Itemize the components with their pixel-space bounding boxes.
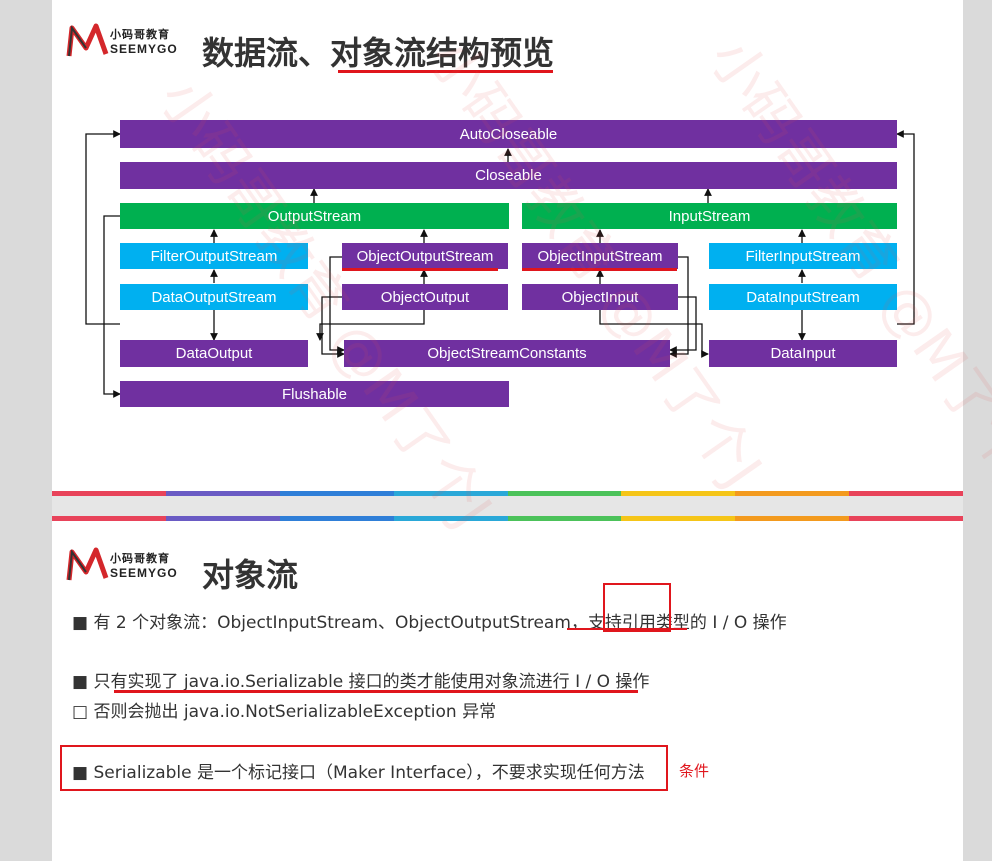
box-dataoutputstream: DataOutputStream — [120, 284, 308, 310]
box-filteroutputstream: FilterOutputStream — [120, 243, 308, 269]
annotation-condition: 条件 — [679, 762, 710, 780]
stripe-segment — [393, 516, 508, 521]
underline-reference-type — [567, 628, 687, 630]
stripe-segment — [507, 516, 622, 521]
box-flushable: Flushable — [120, 381, 509, 407]
logo-cn-text-2: 小码哥教育 — [110, 552, 170, 565]
underline-serializable-required — [114, 690, 638, 693]
stripe-segment — [52, 516, 166, 521]
box-datainput: DataInput — [709, 340, 897, 367]
underline-objectinputstream — [522, 268, 677, 271]
box-dataoutput: DataOutput — [120, 340, 308, 367]
box-objectinputstream: ObjectInputStream — [522, 243, 678, 269]
box-closeable: Closeable — [120, 162, 897, 189]
bullet-serializable-required: ■ 只有实现了 java.io.Serializable 接口的类才能使用对象流… — [72, 672, 650, 692]
logo-m-icon-2 — [66, 547, 109, 581]
slide-object-stream: 小码哥教育 SEEMYGO 对象流 ■ 有 2 个对象流：ObjectInput… — [52, 516, 963, 861]
underline-objectoutputstream — [342, 268, 498, 271]
box-filterinputstream: FilterInputStream — [709, 243, 897, 269]
left-margin — [0, 0, 52, 861]
stripe-segment — [621, 516, 736, 521]
box-datainputstream: DataInputStream — [709, 284, 897, 310]
right-margin — [963, 0, 992, 861]
box-objectoutput: ObjectOutput — [342, 284, 508, 310]
box-objectstreamconstants: ObjectStreamConstants — [344, 340, 670, 367]
box-objectinput: ObjectInput — [522, 284, 678, 310]
stripe-segment — [165, 516, 280, 521]
bullet-marker-interface: ■ Serializable 是一个标记接口（Maker Interface），… — [72, 763, 645, 783]
highlight-reference-type — [603, 583, 671, 632]
bullet-exception: □ 否则会抛出 java.io.NotSerializableException… — [72, 702, 497, 722]
slide-header-stripe — [52, 516, 963, 521]
box-objectoutputstream: ObjectOutputStream — [342, 243, 508, 269]
stripe-segment — [849, 516, 963, 521]
box-outputstream: OutputStream — [120, 203, 509, 229]
logo-en-text-2: SEEMYGO — [110, 566, 178, 580]
stripe-segment — [735, 516, 850, 521]
slide2-title: 对象流 — [202, 556, 299, 594]
slide-gap — [52, 496, 963, 516]
box-autocloseable: AutoCloseable — [120, 120, 897, 148]
stripe-segment — [279, 516, 394, 521]
seemygo-logo-2: 小码哥教育 SEEMYGO — [66, 546, 186, 594]
slide-structure-overview: 小码哥教育 SEEMYGO 数据流、对象流结构预览 AutoCloseable … — [52, 0, 963, 496]
box-inputstream: InputStream — [522, 203, 897, 229]
